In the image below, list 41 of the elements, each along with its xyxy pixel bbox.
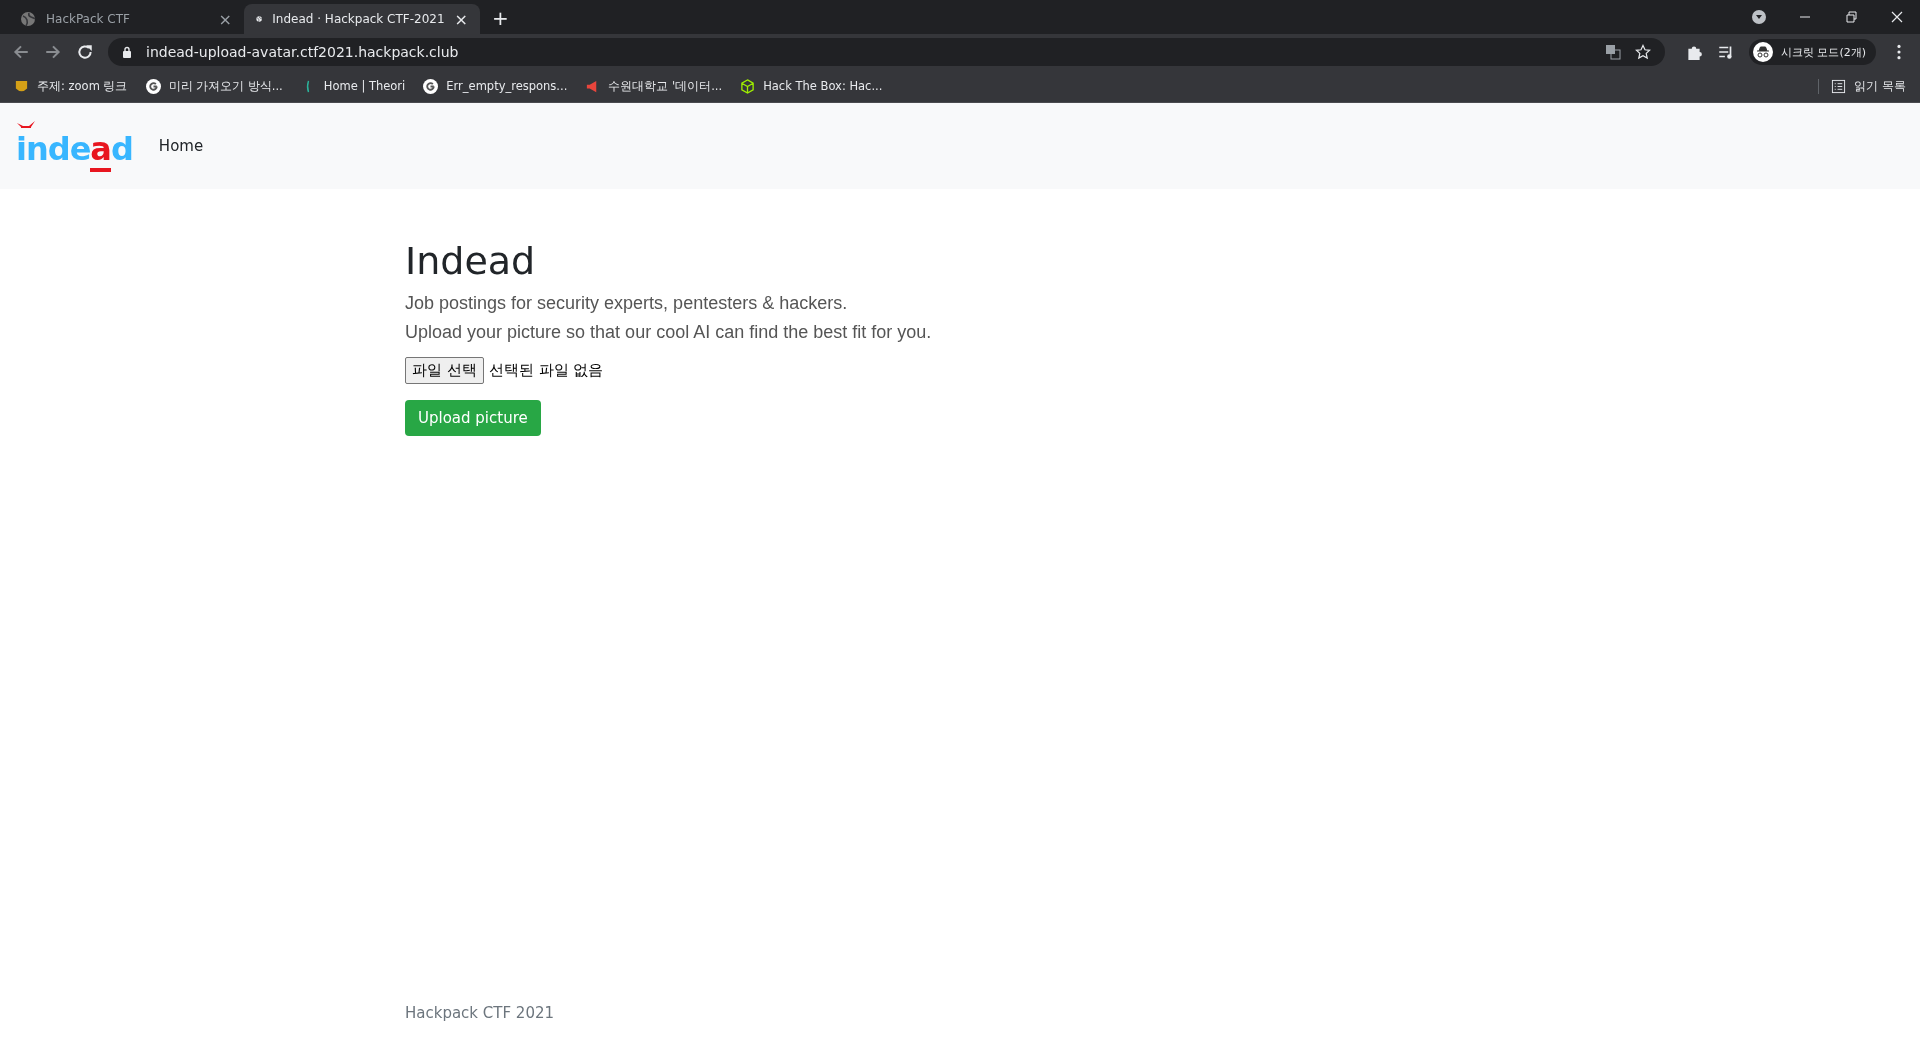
url-text: indead-upload-avatar.ctf2021.hackpack.club [146,44,459,60]
footer-text: Hackpack CTF 2021 [405,1004,555,1022]
lead-text: Job postings for security experts, pentesters & hackers. [405,293,849,314]
file-status-text: 선택된 파일 없음 [488,361,604,380]
new-tab-button[interactable]: + [492,6,509,30]
cube-icon [740,78,756,94]
incognito-icon [1752,42,1773,62]
close-tab-button[interactable]: × [454,9,468,29]
shield-icon [14,78,29,94]
page-title: Indead [405,239,537,283]
star-icon[interactable] [1634,44,1651,60]
bookmark[interactable]: 주제: zoom 링크 [14,78,128,94]
tab-title: Indead · Hackpack CTF-2021 [272,12,445,26]
nav-link[interactable]: Home [158,137,204,155]
tab-title: HackPack CTF [46,12,131,26]
close-window-icon[interactable] [1889,9,1905,25]
reload-icon[interactable] [76,43,94,61]
translate-icon[interactable] [1604,44,1621,60]
choose-file-button[interactable]: 파일 선택 [405,357,484,384]
lead-text: Upload your picture so that our cool AI can find the best fit for you. [405,322,933,343]
address-bar[interactable]: indead-upload-avatar.ctf2021.hackpack.club [108,38,1665,66]
forward-icon[interactable] [44,43,62,61]
bookmark[interactable]: 수원대학교 '데이터... [585,78,723,94]
google-icon [145,78,161,94]
restore-icon[interactable] [1843,9,1859,25]
profile-button[interactable]: 시크릿 모드(2개) [1748,39,1876,65]
tab-search-icon[interactable] [1751,9,1767,25]
bookmark[interactable]: Home | Theori [300,78,406,94]
reading-list-button[interactable]: 읽기 목록 [1818,78,1906,94]
browser-tab[interactable]: HackPack CTF × [8,4,244,34]
back-icon[interactable] [12,43,30,61]
bookmark[interactable]: Err_empty_respons... [423,78,568,94]
bookmark[interactable]: Hack The Box: Hac... [740,78,883,94]
google-icon [423,78,439,94]
bookmark[interactable]: 미리 가져오기 방식... [145,78,283,94]
browser-tab[interactable]: Indead · Hackpack CTF-2021 × [244,4,480,34]
media-list-icon[interactable] [1716,43,1735,61]
lock-icon [122,46,132,58]
close-tab-button[interactable]: × [218,9,232,29]
globe-icon [20,11,36,27]
list-icon [1831,78,1847,94]
